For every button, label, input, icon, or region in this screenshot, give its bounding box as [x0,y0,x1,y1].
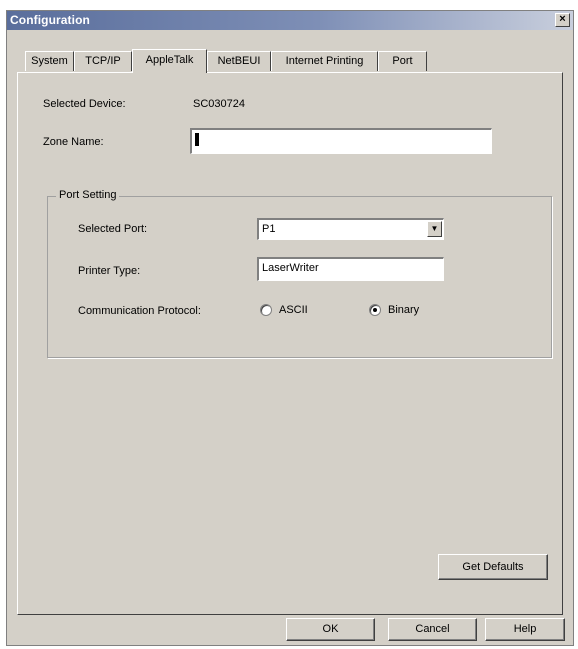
close-button[interactable]: × [555,13,570,27]
tab-port[interactable]: Port [378,51,427,71]
tab-appletalk[interactable]: AppleTalk [132,49,207,73]
printer-type-input[interactable]: LaserWriter [257,257,444,281]
close-icon: × [559,13,566,25]
communication-protocol-label: Communication Protocol: [78,305,201,317]
ok-button[interactable]: OK [286,618,375,641]
port-setting-title: Port Setting [56,189,120,201]
text-caret [195,132,199,146]
tab-strip: System TCP/IP AppleTalk NetBEUI Internet… [25,49,485,73]
radio-ascii-label[interactable]: ASCII [279,304,308,316]
chevron-down-icon[interactable]: ▼ [427,221,442,237]
tab-tcp-ip[interactable]: TCP/IP [74,51,132,71]
zone-name-input[interactable] [190,128,492,154]
dialog-title: Configuration [10,13,90,27]
tab-netbeui[interactable]: NetBEUI [207,51,271,71]
radio-ascii[interactable] [260,304,272,316]
selected-port-value: P1 [262,223,276,235]
selected-device-label: Selected Device: [43,98,126,110]
zone-name-label: Zone Name: [43,136,104,148]
selected-port-label: Selected Port: [78,223,148,235]
printer-type-value: LaserWriter [262,262,319,274]
selected-port-select[interactable]: P1 ▼ [257,218,444,240]
printer-type-label: Printer Type: [78,265,141,277]
cancel-button[interactable]: Cancel [388,618,477,641]
radio-binary[interactable] [369,304,381,316]
tab-internet-printing[interactable]: Internet Printing [271,51,378,71]
radio-binary-label[interactable]: Binary [388,304,419,316]
help-button[interactable]: Help [485,618,565,641]
title-bar: Configuration × [7,11,573,30]
configuration-dialog: Configuration × System TCP/IP AppleTalk … [6,10,574,646]
selected-device-value: SC030724 [193,98,245,110]
get-defaults-button[interactable]: Get Defaults [438,554,548,580]
tab-system[interactable]: System [25,51,74,71]
